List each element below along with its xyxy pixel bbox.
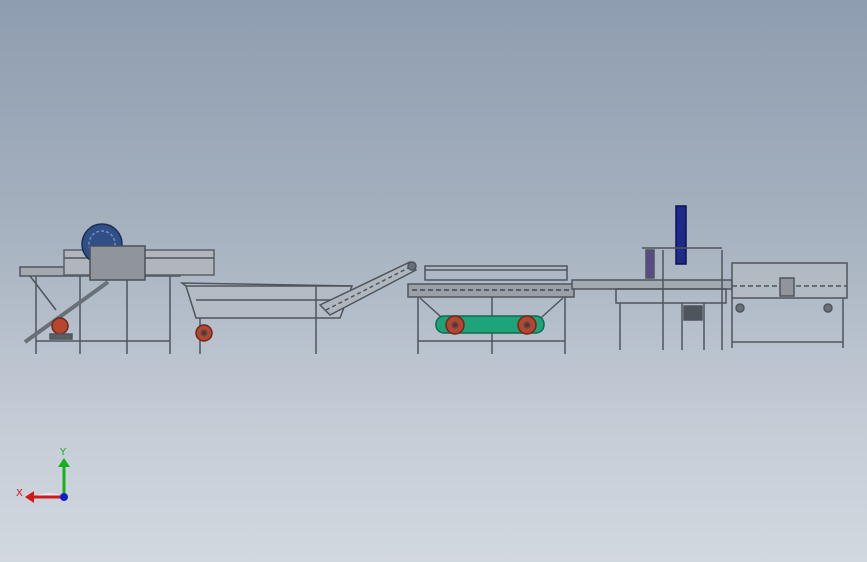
motor-icon [445,315,465,335]
soaking-tank-machine [179,282,354,354]
feeder-washer-machine [19,223,215,354]
transfer-conveyor-machine [571,205,733,350]
coordinate-triad: Y X [16,447,70,503]
output-conveyor-machine [731,262,848,348]
motor-icon [49,317,73,340]
x-axis-label: X [16,488,23,499]
lift-column-icon [642,205,722,279]
motor-icon [195,324,213,342]
motor-icon [517,315,537,335]
bubble-washer-machine [407,265,575,354]
cad-viewport[interactable]: Y X [0,0,867,562]
z-axis-dot [60,493,68,501]
y-axis-label: Y [59,447,67,458]
